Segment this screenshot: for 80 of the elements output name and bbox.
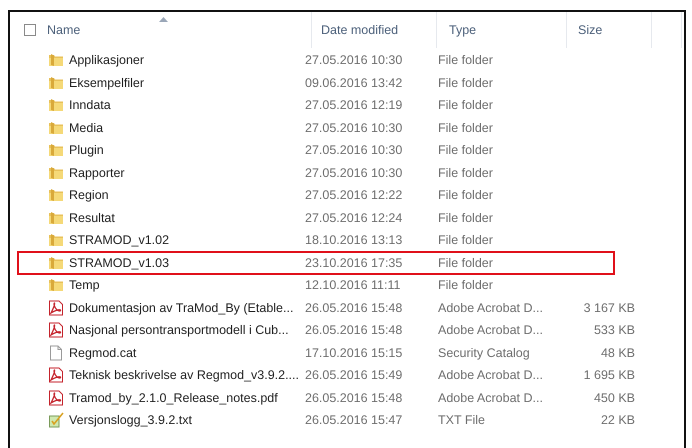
file-name[interactable]: Rapporter [69,166,125,180]
folder-icon [48,52,64,68]
column-header[interactable]: Size [578,23,602,37]
pdf-icon [48,390,64,406]
file-type: File folder [438,166,493,180]
folder-icon [48,210,64,226]
file-type: File folder [438,76,493,90]
date-modified: 26.05.2016 15:48 [305,300,402,315]
file-size: 3 167 KB [584,300,635,315]
date-modified: 27.05.2016 12:19 [305,98,402,112]
date-modified: 26.05.2016 15:48 [305,390,402,405]
file-type: TXT File [438,413,485,428]
date-modified: 18.10.2016 13:13 [305,233,402,248]
file-type: Adobe Acrobat D... [438,323,543,338]
file-name[interactable]: Applikasjoner [69,53,144,68]
file-name[interactable]: STRAMOD_v1.03 [69,256,170,270]
file-name[interactable]: Resultat [69,210,115,225]
pdf-icon [48,300,64,316]
folder-icon [48,97,64,114]
file-name[interactable]: Versjonslogg_3.9.2.txt [69,413,192,428]
date-modified: 27.05.2016 10:30 [305,120,402,135]
file-type: File folder [438,233,493,248]
file-name[interactable]: Teknisk beskrivelse av Regmod_v3.9.2.... [69,368,299,382]
column-header[interactable]: Date modified [321,23,398,37]
folder-icon [48,120,64,136]
file-type: File folder [438,278,493,292]
date-modified: 26.05.2016 15:47 [305,413,402,428]
folder-icon [48,74,64,91]
sort-caret-icon [159,17,168,22]
date-modified: 12.10.2016 11:11 [305,278,400,292]
folder-icon [48,277,64,294]
date-modified: 27.05.2016 10:30 [305,143,402,158]
file-type: Adobe Acrobat D... [438,368,543,382]
file-type: Adobe Acrobat D... [438,300,543,315]
date-modified: 09.06.2016 13:42 [305,76,402,90]
date-modified: 26.05.2016 15:49 [305,368,402,382]
file-name[interactable]: Regmod.cat [69,346,136,360]
file-type: File folder [438,98,493,112]
file-type: File folder [438,143,493,158]
folder-icon [48,232,64,248]
file-name[interactable]: Tramod_by_2.1.0_Release_notes.pdf [69,390,278,405]
date-modified: 27.05.2016 12:22 [305,188,402,202]
file-name[interactable]: Temp [69,278,100,292]
folder-icon [48,164,64,181]
file-type: Adobe Acrobat D... [438,390,543,405]
file-name[interactable]: Inndata [69,98,111,112]
file-name[interactable]: Dokumentasjon av TraMod_By (Etable... [69,300,294,315]
file-size: 22 KB [600,413,635,428]
date-modified: 27.05.2016 10:30 [305,166,402,180]
pdf-icon [48,322,64,338]
file-type: File folder [438,53,493,68]
column-header[interactable]: Name [47,23,80,37]
file-size: 533 KB [594,323,635,338]
file-name[interactable]: Eksempelfiler [69,76,144,90]
date-modified: 26.05.2016 15:48 [305,323,402,338]
file-size: 48 KB [600,346,635,360]
folder-icon [48,142,64,158]
file-type: Security Catalog [438,346,530,360]
file-size: 1 695 KB [584,368,635,382]
file-type: File folder [438,120,493,135]
folder-icon [48,254,64,271]
select-all-checkbox[interactable] [24,24,36,36]
date-modified: 27.05.2016 12:24 [305,210,402,225]
text-file-icon [48,412,64,428]
file-type: File folder [438,256,493,270]
document-icon [48,344,64,361]
date-modified: 23.10.2016 17:35 [305,256,402,270]
file-name[interactable]: Nasjonal persontransportmodell i Cub... [69,323,289,338]
file-size: 450 KB [594,390,635,405]
date-modified: 27.05.2016 10:30 [305,53,402,68]
file-name[interactable]: Media [69,120,104,135]
date-modified: 17.10.2016 15:15 [305,346,402,360]
file-type: File folder [438,210,493,225]
folder-icon [48,187,64,204]
file-name[interactable]: Region [69,188,109,202]
file-type: File folder [438,188,493,202]
file-name[interactable]: STRAMOD_v1.02 [69,233,170,248]
column-header[interactable]: Type [449,23,476,37]
file-name[interactable]: Plugin [69,143,104,158]
pdf-icon [48,367,64,384]
